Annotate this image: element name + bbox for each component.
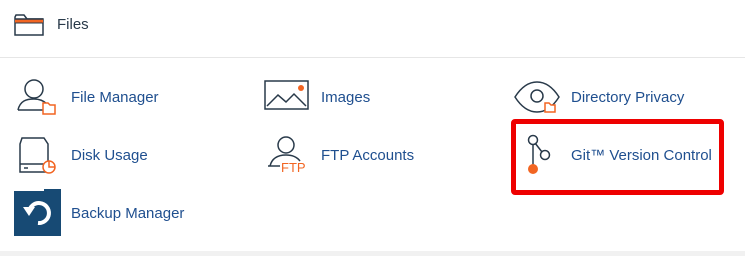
- directory-privacy-label: Directory Privacy: [571, 89, 685, 106]
- panel-bottom-edge: [0, 251, 745, 256]
- ftp-icon-text: FTP: [281, 160, 306, 175]
- backup-manager-label: Backup Manager: [71, 205, 185, 222]
- highlight-box: [511, 119, 724, 195]
- section-header: Files: [0, 0, 745, 58]
- backup-manager-icon: [14, 189, 61, 236]
- folder-icon: [14, 14, 44, 36]
- ftp-accounts-link[interactable]: FTP FTP Accounts: [264, 134, 424, 178]
- backup-manager-link[interactable]: Backup Manager: [14, 189, 194, 236]
- files-panel: Files File Manager Images Directory Priv…: [0, 0, 745, 252]
- directory-privacy-icon: [514, 81, 560, 113]
- disk-usage-link[interactable]: Disk Usage: [14, 134, 164, 178]
- disk-usage-label: Disk Usage: [71, 147, 148, 164]
- images-label: Images: [321, 89, 371, 106]
- images-link[interactable]: Images: [264, 74, 384, 118]
- images-icon: [264, 80, 309, 110]
- file-manager-link[interactable]: File Manager: [14, 74, 174, 118]
- directory-privacy-link[interactable]: Directory Privacy: [514, 74, 694, 118]
- section-title: Files: [57, 16, 89, 33]
- file-manager-icon: [17, 79, 56, 115]
- ftp-accounts-icon: FTP: [268, 136, 306, 175]
- ftp-accounts-label: FTP Accounts: [321, 147, 415, 164]
- disk-usage-icon: [19, 137, 56, 174]
- file-manager-label: File Manager: [71, 89, 159, 106]
